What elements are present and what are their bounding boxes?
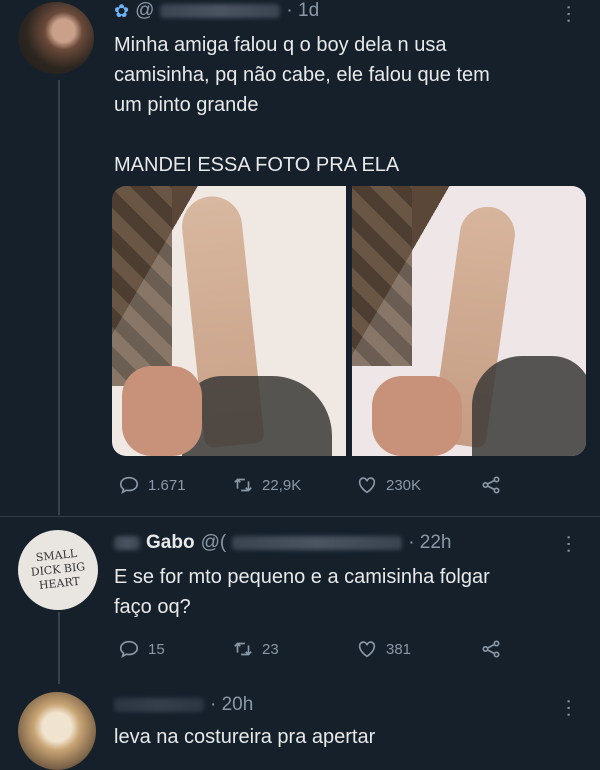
tweet-header: ✿ @ · 1d <box>114 0 319 22</box>
tweet-text-line: camisinha, pq não cabe, ele falou que te… <box>114 64 490 86</box>
redacted-handle <box>160 4 281 18</box>
heart-icon <box>358 641 376 658</box>
tweet-text-line: E se for mto pequeno e a camisinha folga… <box>114 566 490 588</box>
tweet-text-line: um pinto grande <box>114 94 259 116</box>
tweet-text-line: leva na costureira pra apertar <box>114 726 376 748</box>
like-button[interactable]: 381 <box>356 638 411 660</box>
retweet-icon <box>234 642 252 656</box>
tweet-text: leva na costureira pra apertar <box>114 722 584 752</box>
timestamp[interactable]: · 20h <box>210 694 253 716</box>
timestamp[interactable]: · 22h <box>408 532 451 554</box>
redacted-handle <box>232 536 403 550</box>
reply-button[interactable]: 1.671 <box>118 474 186 496</box>
divider <box>0 516 600 517</box>
tweet-text: E se for mto pequeno e a camisinha folga… <box>114 562 584 622</box>
photo-left[interactable] <box>112 186 346 456</box>
redacted-display-name <box>114 536 140 550</box>
tweet-header: · 20h <box>114 694 253 716</box>
reply-count: 15 <box>148 640 165 658</box>
more-icon[interactable]: ··· <box>558 4 580 24</box>
tweet-text: Minha amiga falou q o boy dela n usa cam… <box>114 30 584 120</box>
reply-count: 1.671 <box>148 476 186 494</box>
thread-line <box>58 80 60 515</box>
reply-icon <box>119 476 139 495</box>
heart-icon <box>358 477 376 494</box>
share-icon <box>482 476 500 494</box>
display-name[interactable]: Gabo <box>146 532 195 554</box>
avatar[interactable] <box>18 2 94 74</box>
redacted-name <box>114 698 204 712</box>
more-icon[interactable]: ··· <box>558 698 580 718</box>
tweet-header: Gabo @( · 22h <box>114 532 452 554</box>
retweet-count: 22,9K <box>262 476 302 494</box>
retweet-button[interactable]: 22,9K <box>232 474 301 496</box>
more-icon[interactable]: ··· <box>558 534 580 554</box>
butterfly-icon: ✿ <box>114 0 130 21</box>
reply-icon <box>119 640 139 659</box>
avatar[interactable] <box>18 692 96 770</box>
tweet-text-line: faço oq? <box>114 596 191 618</box>
handle[interactable]: @( <box>201 532 227 554</box>
share-icon <box>482 640 500 658</box>
like-count: 381 <box>386 640 412 658</box>
thread-line <box>58 612 60 684</box>
tweet-caption: MANDEI ESSA FOTO PRA ELA <box>114 154 400 176</box>
retweet-button[interactable]: 23 <box>232 638 279 660</box>
reply-button[interactable]: 15 <box>118 638 165 660</box>
avatar[interactable]: SMALL DICK BIG HEART <box>18 530 98 610</box>
timestamp[interactable]: · 1d <box>286 0 319 22</box>
handle[interactable]: @ <box>135 0 154 22</box>
retweet-icon <box>234 478 252 492</box>
like-button[interactable]: 230K <box>356 474 421 496</box>
avatar-text: SMALL DICK BIG HEART <box>30 546 86 593</box>
photo-right[interactable] <box>352 186 586 456</box>
media-grid[interactable] <box>112 186 586 456</box>
retweet-count: 23 <box>262 640 279 658</box>
share-button[interactable] <box>480 638 502 660</box>
tweet-text-line: Minha amiga falou q o boy dela n usa <box>114 34 447 56</box>
share-button[interactable] <box>480 474 502 496</box>
like-count: 230K <box>386 476 422 494</box>
